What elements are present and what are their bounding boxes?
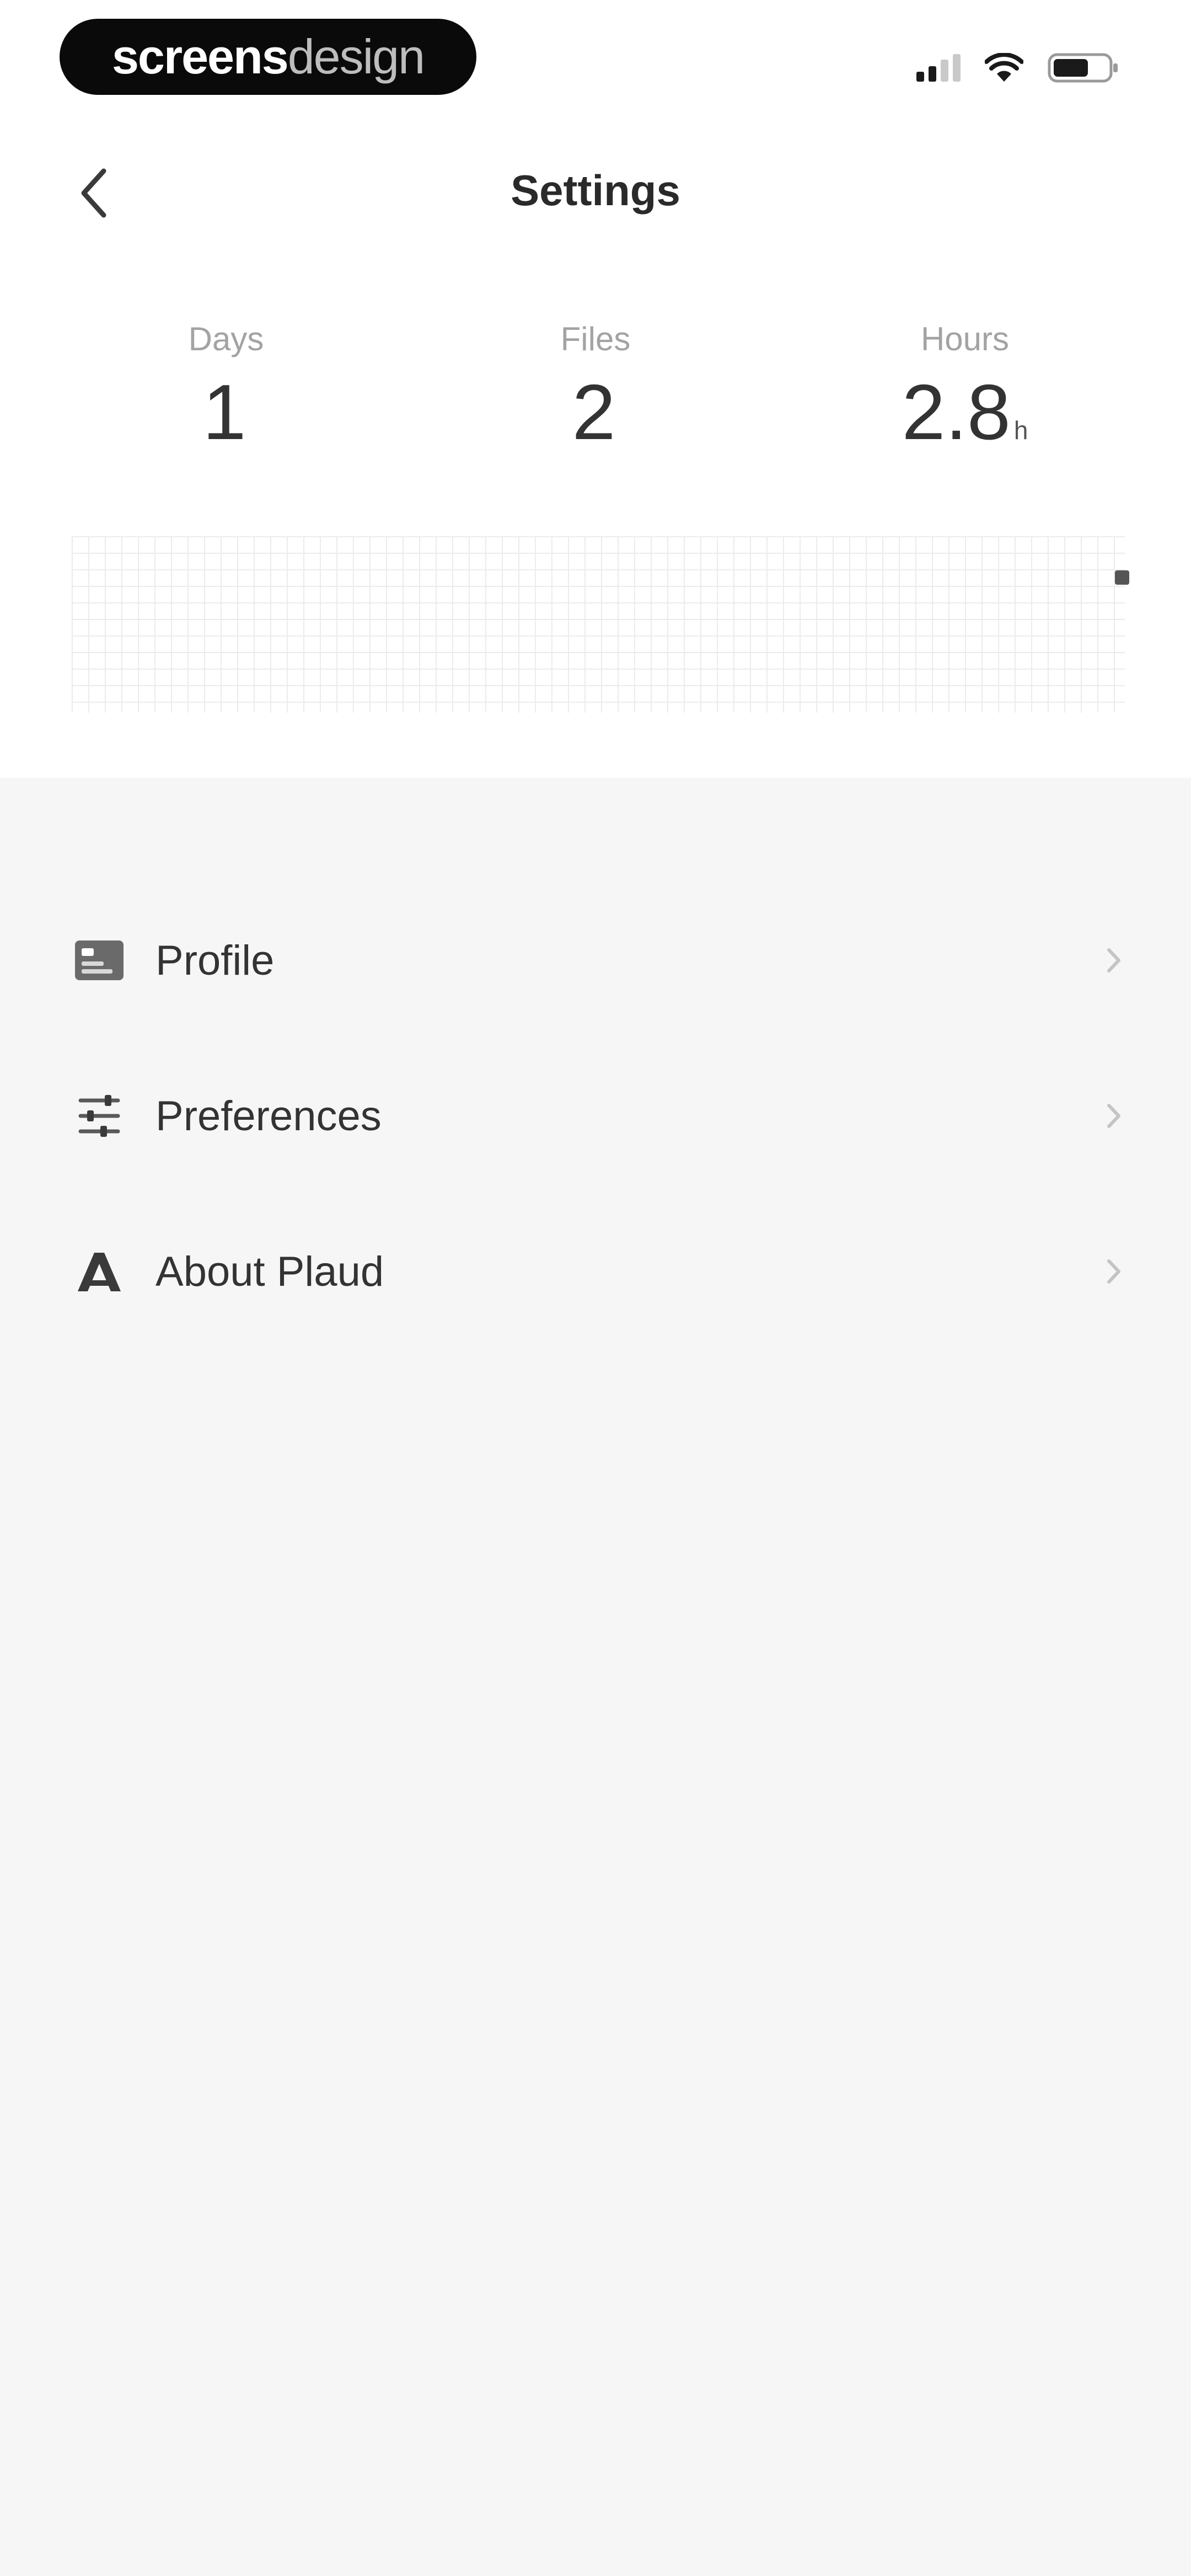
stat-days-value-row: 1 xyxy=(83,373,369,452)
stat-days-value: 1 xyxy=(202,368,246,456)
menu-item-about-label: About Plaud xyxy=(155,1248,384,1295)
stat-files: Files 2 xyxy=(452,320,739,452)
chevron-right-icon xyxy=(1097,1099,1130,1132)
stat-hours-value-row: 2.8 h xyxy=(822,373,1108,452)
stat-files-label: Files xyxy=(560,320,631,357)
stat-files-value: 2 xyxy=(572,368,616,456)
menu-item-about[interactable]: About Plaud xyxy=(0,1194,1191,1349)
stat-hours-value: 2.8 xyxy=(902,368,1011,456)
page-title: Settings xyxy=(511,166,680,215)
cellular-signal-icon xyxy=(916,54,961,82)
stat-hours: Hours 2.8 h xyxy=(822,320,1108,452)
menu-item-profile[interactable]: Profile xyxy=(0,883,1191,1038)
stat-hours-label: Hours xyxy=(920,320,1010,357)
menu-item-preferences[interactable]: Preferences xyxy=(0,1038,1191,1194)
screensdesign-badge: screens design xyxy=(60,19,476,95)
stat-days-label: Days xyxy=(188,320,264,357)
status-icons xyxy=(916,49,1119,87)
battery-icon xyxy=(1048,53,1118,83)
navigation-bar: Settings xyxy=(0,138,1191,248)
menu-item-profile-label: Profile xyxy=(155,937,275,984)
plaud-logo-icon xyxy=(72,1244,127,1299)
activity-grid xyxy=(72,536,1129,713)
stat-days: Days 1 xyxy=(83,320,369,452)
wifi-icon xyxy=(985,53,1023,82)
badge-text-bold: screens xyxy=(111,29,289,84)
stat-hours-unit: h xyxy=(1013,416,1028,445)
activity-cell-active xyxy=(1115,570,1129,585)
stat-files-value-row: 2 xyxy=(452,373,739,452)
profile-card-icon xyxy=(72,933,127,988)
settings-menu: Profile Preferences About Plaud xyxy=(0,883,1191,1349)
menu-item-preferences-label: Preferences xyxy=(155,1092,382,1140)
badge-text-light: design xyxy=(287,29,425,84)
sliders-icon xyxy=(72,1088,127,1143)
chevron-right-icon xyxy=(1097,1255,1130,1288)
chevron-right-icon xyxy=(1097,944,1130,977)
